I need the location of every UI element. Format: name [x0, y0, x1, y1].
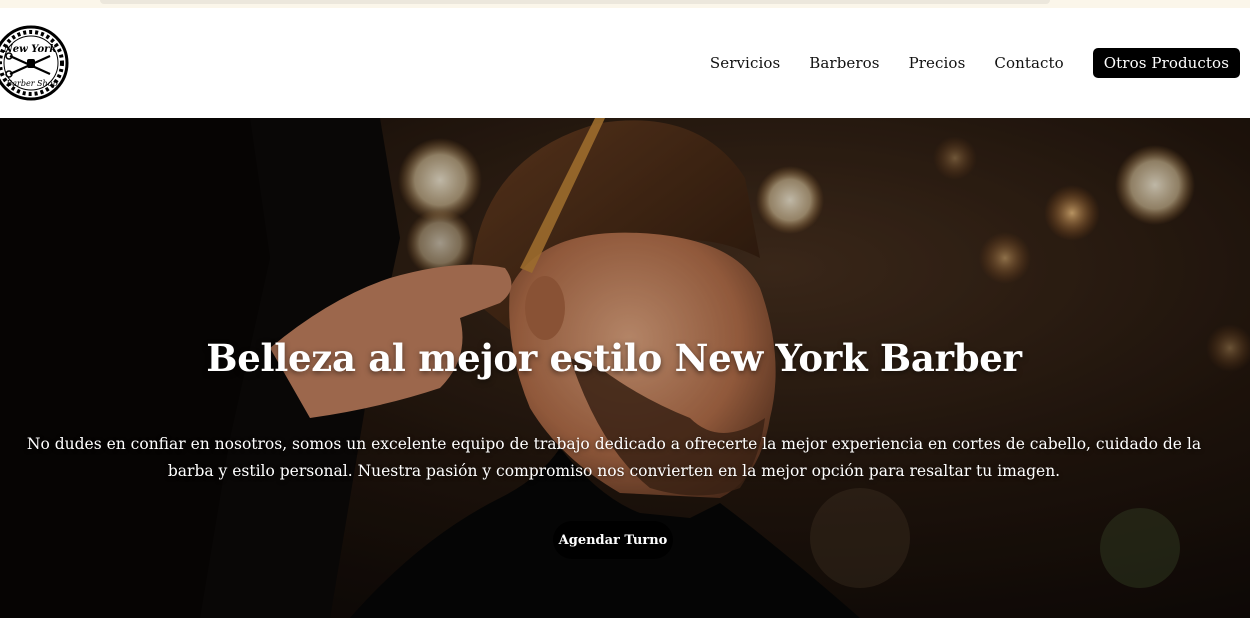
hero-section: Belleza al mejor estilo New York Barber … — [0, 118, 1250, 618]
top-strip-bar — [100, 0, 1050, 4]
nav-link-barberos[interactable]: Barberos — [809, 54, 879, 72]
nav-link-servicios[interactable]: Servicios — [710, 54, 780, 72]
nav-link-contacto[interactable]: Contacto — [994, 54, 1063, 72]
hero-title: Belleza al mejor estilo New York Barber — [206, 336, 1022, 380]
barber-logo-icon: New York Barber Shop — [0, 25, 69, 101]
logo-text-bottom: Barber Shop — [5, 79, 57, 88]
main-nav: Servicios Barberos Precios Contacto Otro… — [681, 47, 1240, 78]
agendar-turno-button[interactable]: Agendar Turno — [553, 521, 673, 559]
otros-productos-button[interactable]: Otros Productos — [1092, 47, 1240, 78]
hero-description: No dudes en confiar en nosotros, somos u… — [26, 435, 1202, 480]
site-header: New York Barber Shop Servicios Barberos … — [0, 8, 1250, 118]
browser-top-strip — [0, 0, 1250, 8]
nav-link-precios[interactable]: Precios — [909, 54, 966, 72]
logo[interactable]: New York Barber Shop — [0, 22, 70, 104]
